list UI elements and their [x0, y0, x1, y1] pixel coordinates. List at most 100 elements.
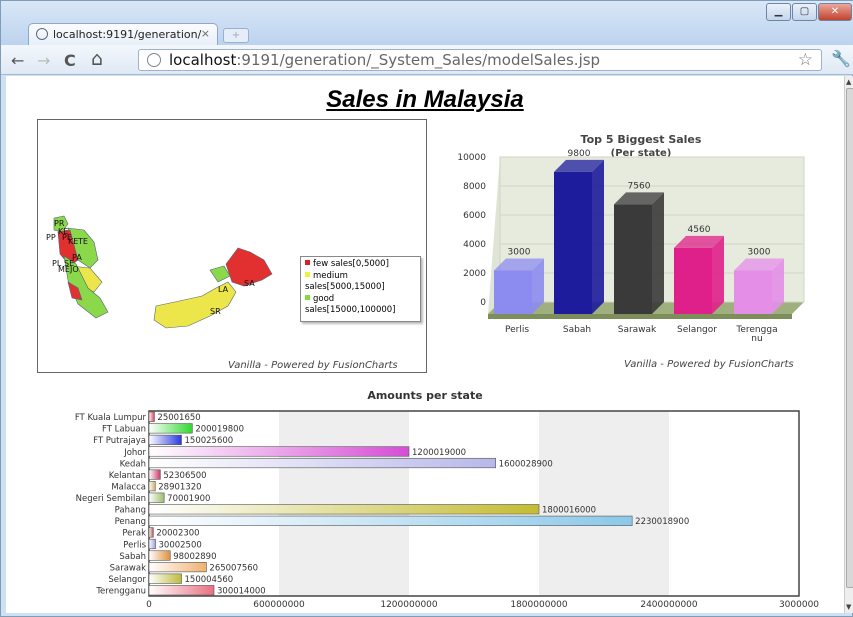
- map-panel: PR KE PP PE KE TE PA PL SE ME JO LA SA SR few sales[0…: [37, 119, 427, 373]
- bar: [614, 204, 652, 314]
- bar-value-label: 1600028900: [499, 459, 553, 469]
- back-icon[interactable]: ←: [11, 51, 24, 70]
- top5-chart-credit: Vanilla - Powered by FusionCharts: [624, 359, 794, 370]
- page-title: Sales in Malaysia: [326, 86, 524, 113]
- bar-value-label: 150004560: [185, 575, 234, 585]
- maximize-button[interactable]: ▢: [792, 3, 817, 21]
- category-label: Johor: [123, 448, 146, 458]
- bar-value-label: 28901320: [158, 482, 201, 492]
- legend-item: few sales[0,5000]: [305, 259, 416, 271]
- title-bar: localhost:9191/generation/ × + ▁ ▢ ✕: [1, 1, 853, 45]
- minimize-button[interactable]: ▁: [766, 3, 791, 21]
- url-host: localhost: [169, 51, 237, 69]
- url-text: localhost:9191/generation/_System_Sales/…: [169, 51, 600, 69]
- category-label: FT Putrajaya: [93, 436, 146, 446]
- browser-toolbar: ← → C ⌂ localhost:9191/generation/_Syste…: [1, 45, 853, 75]
- bar: [148, 573, 182, 584]
- category-label: Sabah: [119, 552, 146, 562]
- map-region-labuan[interactable]: [209, 265, 231, 283]
- page-info-icon[interactable]: [147, 53, 161, 67]
- bar-value-label: 30002500: [159, 540, 202, 550]
- bar: [148, 469, 161, 480]
- bar: [148, 585, 215, 596]
- page-viewport: Sales in Malaysia PR KE PP PE KE TE PA PL SE ME JO…: [6, 76, 844, 613]
- bar-value-label: 1200019000: [412, 448, 466, 458]
- legend-swatch: [305, 271, 310, 277]
- category-label: Selangor: [108, 575, 146, 585]
- bar: [148, 457, 496, 469]
- map-label: ME: [58, 265, 70, 274]
- malaysia-map: PRKEPP PEKE TEPAPL SEME JOLASASR: [46, 215, 273, 329]
- close-window-button[interactable]: ✕: [818, 3, 852, 21]
- close-tab-icon[interactable]: ×: [201, 27, 210, 40]
- y-tick-label: 8000: [463, 182, 486, 192]
- bar-value-label: 200019800: [195, 425, 244, 435]
- bar: [148, 562, 207, 573]
- bar: [148, 527, 154, 538]
- map-label: TE: [77, 237, 88, 246]
- map-label: KE: [68, 237, 78, 246]
- map-legend: few sales[0,5000] medium sales[5000,15000…: [300, 256, 421, 322]
- x-tick-label: 1200000000: [380, 600, 438, 610]
- category-label: Negeri Sembilan: [76, 494, 146, 504]
- category-label: Kedah: [120, 459, 146, 469]
- legend-label: few sales[0,5000]: [313, 259, 389, 269]
- bar-value-label: 4560: [688, 225, 711, 235]
- bar-value-label: 3000: [748, 248, 771, 258]
- bar: [148, 515, 633, 526]
- x-tick-label: 0: [146, 600, 152, 610]
- bar-value-label: 20002300: [156, 529, 199, 539]
- tab-title: localhost:9191/generation/: [53, 28, 202, 41]
- bar: [734, 270, 772, 314]
- plot-floor-edge: [488, 314, 792, 319]
- bar: [148, 538, 156, 550]
- y-tick-label: 4000: [463, 240, 486, 250]
- bar-side: [712, 235, 724, 314]
- bar-value-label: 1800016000: [542, 506, 596, 516]
- bar: [148, 411, 155, 422]
- url-path: :9191/generation/_System_Sales/modelSale…: [236, 51, 601, 69]
- y-tick-label: 0: [480, 298, 486, 308]
- legend-item: good sales[15000,100000]: [305, 294, 416, 317]
- amounts-chart-plot: 0 600000000 1200000000 1800000000 2400000000…: [75, 410, 819, 610]
- browser-tab[interactable]: localhost:9191/generation/ ×: [28, 23, 218, 45]
- category-label: Kelantan: [109, 471, 146, 481]
- x-category-label: Perlis: [505, 325, 529, 335]
- bar: [148, 492, 165, 503]
- bookmark-star-icon[interactable]: ☆: [798, 50, 813, 70]
- x-category-label: Selangor: [677, 325, 717, 335]
- map-credit: Vanilla - Powered by FusionCharts: [228, 360, 398, 371]
- scrollbar-thumb[interactable]: [846, 88, 853, 588]
- bar: [674, 247, 712, 314]
- category-label: FT Labuan: [102, 425, 146, 435]
- address-bar[interactable]: localhost:9191/generation/_System_Sales/…: [138, 49, 822, 71]
- bar-value-label: 300014000: [217, 587, 266, 597]
- bar-value-label: 3000: [508, 248, 531, 258]
- bar: [148, 434, 182, 445]
- scroll-up-icon[interactable]: ▲: [846, 78, 851, 86]
- wrench-icon[interactable]: 🔧: [831, 49, 851, 68]
- bar: [148, 481, 156, 492]
- category-label: Pahang: [115, 506, 146, 516]
- y-tick-label: 10000: [457, 153, 486, 163]
- legend-label: medium sales[5000,15000]: [305, 270, 385, 293]
- legend-label: good sales[15000,100000]: [305, 293, 396, 316]
- bar: [148, 504, 540, 515]
- new-tab-button[interactable]: +: [223, 28, 249, 43]
- x-tick-label: 2400000000: [640, 600, 698, 610]
- x-tick-label: 1800000000: [510, 600, 568, 610]
- bar: [554, 171, 592, 314]
- legend-swatch: [305, 260, 310, 265]
- legend-item: medium sales[5000,15000]: [305, 271, 416, 294]
- bar-value-label: 265007560: [209, 563, 258, 573]
- home-icon[interactable]: ⌂: [91, 48, 103, 70]
- forward-icon[interactable]: →: [37, 51, 50, 70]
- bar-value-label: 150025600: [185, 436, 234, 446]
- bar: [148, 423, 193, 434]
- bar: [148, 446, 410, 457]
- bar-side: [652, 192, 664, 314]
- scroll-down-icon[interactable]: ▼: [846, 603, 851, 611]
- legend-swatch: [305, 294, 310, 300]
- vertical-scrollbar[interactable]: ▲ ▼: [844, 76, 853, 613]
- reload-icon[interactable]: C: [64, 51, 76, 70]
